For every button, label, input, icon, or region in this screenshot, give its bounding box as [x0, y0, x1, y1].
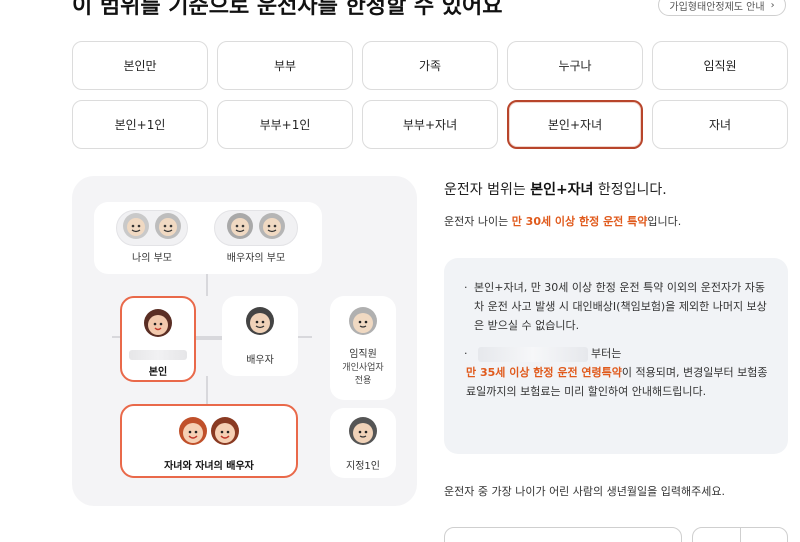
option-label: 부부 [273, 59, 297, 73]
guide-link-label: 가입형태안정제도 안내 [669, 1, 765, 13]
spouse-parents-faces [214, 210, 298, 246]
woman-icon [143, 308, 173, 342]
spouse-label: 배우자 [246, 355, 274, 366]
spouse-node: 배우자 [222, 296, 298, 376]
my-parents-label: 나의 부모 [132, 253, 172, 264]
masked-name [129, 350, 187, 360]
connector-line [206, 376, 208, 404]
option-label: 자녀 [708, 118, 732, 132]
notice-date-suffix: 부터는 [591, 347, 622, 360]
employee-label: 임직원 [349, 349, 377, 360]
notice-item: · 부터는 [464, 344, 770, 363]
children-label: 자녀와 자녀의 배우자 [164, 461, 254, 472]
summary-value: 본인+자녀 [530, 182, 594, 198]
connector-line [206, 272, 208, 296]
option-employee[interactable]: 임직원 [652, 41, 788, 90]
birthdate-prompt: 운전자 중 가장 나이가 어린 사람의 생년월일을 입력해주세요. [444, 485, 725, 498]
notice-item-continued: 만 35세 이상 한정 운전 연령특약이 적용되며, 변경일부터 보험종료일까지… [464, 363, 770, 401]
children-node: 자녀와 자녀의 배우자 [120, 404, 298, 478]
option-couple[interactable]: 부부 [217, 41, 353, 90]
employee-node: 임직원 개인사업자 전용 [330, 296, 396, 400]
employee-icon [348, 306, 378, 340]
option-label: 본인+자녀 [547, 118, 603, 132]
divider [740, 528, 741, 542]
children-faces [178, 416, 240, 450]
bullet-dot: · [464, 347, 468, 360]
option-couple-plus-children[interactable]: 부부+자녀 [362, 100, 498, 149]
option-anyone[interactable]: 누구나 [507, 41, 643, 90]
notice-highlight: 만 35세 이상 한정 운전 연령특약 [466, 366, 622, 379]
bullet-dot: · [464, 281, 468, 294]
grandfather-icon [121, 211, 151, 245]
designated-node: 지정1인 [330, 408, 396, 478]
gender-selector[interactable] [692, 527, 788, 542]
option-label: 본인만 [123, 59, 157, 73]
boy-icon [178, 416, 208, 450]
option-family[interactable]: 가족 [362, 41, 498, 90]
summary-prefix: 운전자 범위는 [444, 182, 531, 198]
chevron-right-icon: › [770, 0, 775, 11]
designated-person-icon [348, 416, 378, 450]
page-title: 이 범위를 기준으로 운전자를 한정할 수 있어요 [72, 0, 503, 19]
age-suffix: 입니다. [647, 215, 682, 228]
option-label: 부부+1인 [259, 118, 311, 132]
option-children[interactable]: 자녀 [652, 100, 788, 149]
option-label: 부부+자녀 [402, 118, 458, 132]
girl-icon [210, 416, 240, 450]
my-parents-faces [116, 210, 188, 246]
self-label: 본인 [148, 367, 168, 378]
guide-link-button[interactable]: 가입형태안정제도 안내 › [658, 0, 786, 16]
employee-sub-label-2: 전용 [354, 376, 372, 386]
birthdate-input[interactable] [444, 527, 682, 542]
parents-box: 나의 부모 배우자의 부모 [94, 202, 322, 274]
grandmother-icon [257, 211, 287, 245]
option-couple-plus-one[interactable]: 부부+1인 [217, 100, 353, 149]
man-icon [245, 306, 275, 340]
summary-suffix: 한정입니다. [593, 182, 667, 198]
masked-date [478, 346, 588, 362]
designated-label: 지정1인 [346, 461, 380, 472]
option-self-plus-children[interactable]: 본인+자녀 [507, 100, 643, 149]
grandfather-icon [225, 211, 255, 245]
option-self-only[interactable]: 본인만 [72, 41, 208, 90]
self-node: 본인 [120, 296, 196, 382]
employee-sub-label: 개인사업자 [342, 363, 384, 373]
driver-range-summary: 운전자 범위는 본인+자녀 한정입니다. [444, 179, 667, 199]
notice-text-2: 부터는 [474, 344, 621, 363]
notice-text: 본인+자녀, 만 30세 이상 한정 운전 특약 이외의 운전자가 자동차 운전… [474, 281, 767, 332]
grandmother-icon [153, 211, 183, 245]
notice-item: · 본인+자녀, 만 30세 이상 한정 운전 특약 이외의 운전자가 자동차 … [464, 278, 770, 335]
age-prefix: 운전자 나이는 [444, 215, 512, 228]
spouse-parents-label: 배우자의 부모 [226, 253, 286, 264]
option-label: 본인+1인 [114, 118, 166, 132]
driver-range-options: 본인만 부부 가족 누구나 임직원 본인+1인 부부+1인 부부+자녀 본인+자… [72, 41, 788, 149]
age-value: 만 30세 이상 한정 운전 특약 [511, 215, 648, 228]
option-self-plus-one[interactable]: 본인+1인 [72, 100, 208, 149]
driver-range-diagram: 나의 부모 배우자의 부모 본인 배우자 임직원 개인사업자 전용 자녀와 자녀… [72, 176, 417, 506]
option-label: 가족 [418, 59, 442, 73]
option-label: 임직원 [703, 59, 737, 73]
driver-age-summary: 운전자 나이는 만 30세 이상 한정 운전 특약입니다. [444, 213, 681, 229]
notice-box: · 본인+자녀, 만 30세 이상 한정 운전 특약 이외의 운전자가 자동차 … [444, 258, 788, 454]
option-label: 누구나 [558, 59, 592, 73]
